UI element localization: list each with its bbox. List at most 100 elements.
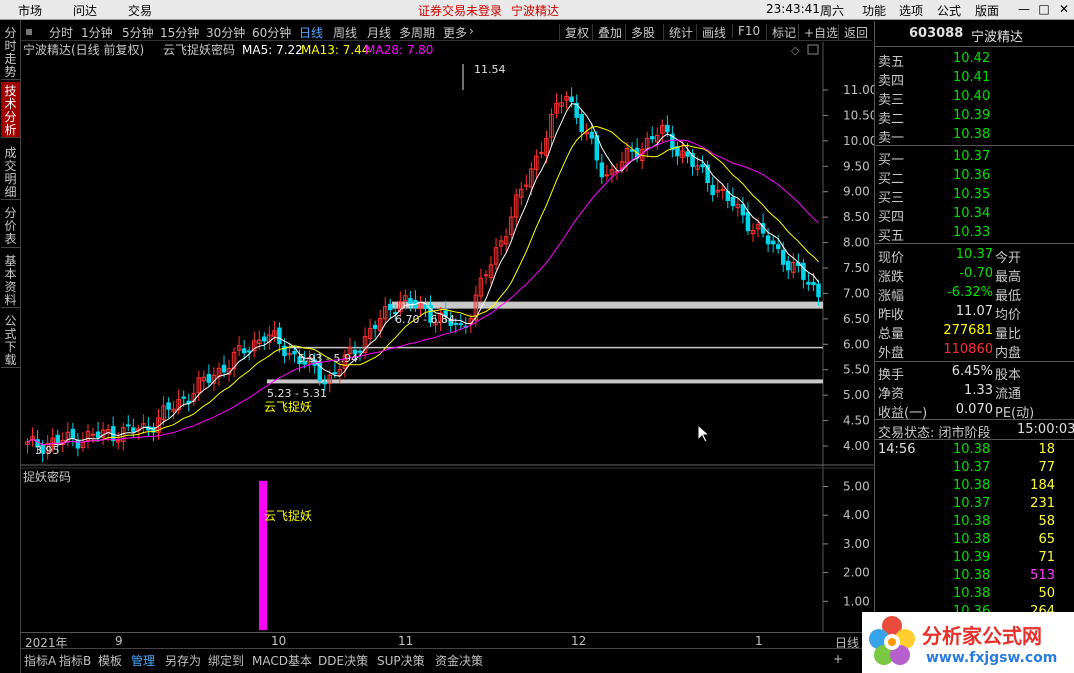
- stat-value: -0.70: [959, 266, 993, 281]
- indicator-name[interactable]: 云飞捉妖密码: [163, 42, 235, 57]
- tick-time: 14:56: [878, 442, 916, 457]
- period-multi[interactable]: 多周期: [399, 24, 435, 41]
- btab-dde[interactable]: DDE决策: [318, 652, 368, 669]
- login-status[interactable]: 证券交易未登录: [418, 2, 502, 19]
- tab-price-table[interactable]: 分价表: [1, 204, 20, 248]
- stat-label-2: 最高: [995, 270, 1022, 285]
- sub-signal-label: 云飞捉妖: [264, 508, 312, 523]
- tick-price: 10.37: [953, 460, 991, 475]
- candle: [725, 183, 731, 209]
- btn-draw[interactable]: 画线: [696, 24, 726, 41]
- tab-technical[interactable]: 技术分析: [1, 82, 20, 138]
- ask-price: 10.40: [953, 89, 991, 104]
- stat-value: 110860: [943, 342, 993, 357]
- menu-function[interactable]: 功能: [862, 2, 886, 19]
- btab-macd[interactable]: MACD基本: [252, 652, 312, 669]
- menu-layout[interactable]: 版面: [975, 2, 999, 19]
- period-5min[interactable]: 5分钟: [122, 24, 154, 41]
- btab-template[interactable]: 模板: [98, 652, 122, 669]
- period-1min[interactable]: 1分钟: [81, 24, 113, 41]
- btn-mark[interactable]: 标记: [766, 24, 796, 41]
- diamond-icon[interactable]: ◇: [791, 44, 800, 57]
- candle: [750, 223, 756, 243]
- candle: [675, 141, 680, 165]
- more-chevron-icon[interactable]: ›: [469, 24, 474, 38]
- tab-basic-info[interactable]: 基本资料: [1, 252, 20, 308]
- tab-formula-download[interactable]: 公式下载: [1, 312, 20, 368]
- btn-multi-stock[interactable]: 多股: [625, 24, 655, 41]
- date-jan: 1: [755, 634, 763, 648]
- tick-price: 10.38: [953, 442, 991, 457]
- period-daily[interactable]: 日线: [299, 24, 323, 41]
- bid-row: 买五 10.33: [875, 224, 1074, 244]
- btab-save-as[interactable]: 另存为: [165, 652, 201, 669]
- ask-price: 10.41: [953, 70, 991, 85]
- stat2-label: 换手: [878, 368, 905, 383]
- candle: [801, 258, 806, 289]
- ask-price: 10.38: [953, 127, 991, 142]
- sub-tick-label: 1.00: [843, 594, 870, 608]
- candle: [740, 196, 746, 224]
- sub-indicator-title[interactable]: 捉妖密码: [23, 469, 71, 484]
- ask-price: 10.39: [953, 108, 991, 123]
- menu-formula[interactable]: 公式: [937, 2, 961, 19]
- btab-fund[interactable]: 资金决策: [435, 652, 483, 669]
- stat-label-2: 最低: [995, 289, 1022, 304]
- bid-price: 10.34: [953, 206, 991, 221]
- bid-label: 买三: [878, 191, 905, 206]
- tab-timeshare[interactable]: 分时走势: [1, 24, 20, 80]
- candle: [785, 255, 791, 280]
- stat-label: 总量: [878, 327, 905, 342]
- period-monthly[interactable]: 月线: [367, 24, 391, 41]
- period-more[interactable]: 更多: [443, 24, 467, 41]
- tick-volume: 231: [1030, 496, 1055, 511]
- tick-row: 10.38 50: [875, 585, 1074, 603]
- candle: [700, 155, 705, 174]
- btab-indicator-a[interactable]: 指标A: [24, 652, 56, 669]
- menu-options[interactable]: 选项: [899, 2, 923, 19]
- period-15min[interactable]: 15分钟: [160, 24, 199, 41]
- btab-bind[interactable]: 绑定到: [208, 652, 244, 669]
- bid-row: 买二 10.36: [875, 167, 1074, 187]
- candle: [483, 270, 489, 285]
- left-tab-bar: 分时走势 技术分析 成交明细 分价表 基本资料 公式下载: [0, 20, 21, 673]
- kline-chart[interactable]: 宁波精达(日线 前复权) 云飞捉妖密码 MA5: 7.22 MA13: 7.44…: [21, 42, 874, 632]
- period-weekly[interactable]: 周线: [333, 24, 357, 41]
- btn-f10[interactable]: F10: [732, 24, 760, 38]
- sub-tick-label: 5.00: [843, 480, 870, 494]
- btab-sup[interactable]: SUP决策: [377, 652, 425, 669]
- btn-stats[interactable]: 统计: [663, 24, 693, 41]
- candle: [488, 256, 494, 285]
- candle: [206, 364, 212, 388]
- btn-add-watchlist[interactable]: +自选: [798, 24, 838, 41]
- candle: [367, 318, 373, 345]
- btn-overlay[interactable]: 叠加: [592, 24, 622, 41]
- btn-back[interactable]: 返回: [838, 24, 868, 41]
- btab-manage[interactable]: 管理: [131, 652, 155, 669]
- ask-label: 卖四: [878, 74, 905, 89]
- close-icon[interactable]: ✕: [1050, 1, 1074, 18]
- candle: [463, 317, 469, 334]
- panel-toggle-icon[interactable]: [807, 44, 819, 55]
- menu-trade[interactable]: 交易: [128, 2, 152, 19]
- bottom-tab-bar: 指标A 指标B 模板 管理 另存为 绑定到 MACD基本 DDE决策 SUP决策…: [21, 648, 874, 668]
- menu-wenda[interactable]: 问达: [73, 2, 97, 19]
- tab-trades[interactable]: 成交明细: [1, 144, 20, 200]
- menu-market[interactable]: 市场: [18, 2, 42, 19]
- tick-volume: 18: [1038, 442, 1055, 457]
- candle: [806, 273, 811, 291]
- period-60min[interactable]: 60分钟: [252, 24, 291, 41]
- stat2-row: 换手 6.45% 股本: [875, 363, 1074, 383]
- bid-price: 10.37: [953, 149, 991, 164]
- period-30min[interactable]: 30分钟: [206, 24, 245, 41]
- period-timeshare[interactable]: 分时: [49, 24, 73, 41]
- candle: [609, 164, 615, 184]
- candle: [549, 108, 554, 147]
- candle: [655, 127, 660, 151]
- add-tab-button[interactable]: +: [833, 652, 843, 666]
- ma13-line: [27, 125, 819, 446]
- btn-adjust[interactable]: 复权: [559, 24, 589, 41]
- candle: [146, 417, 151, 437]
- btab-indicator-b[interactable]: 指标B: [59, 652, 91, 669]
- tick-volume: 513: [1030, 568, 1055, 583]
